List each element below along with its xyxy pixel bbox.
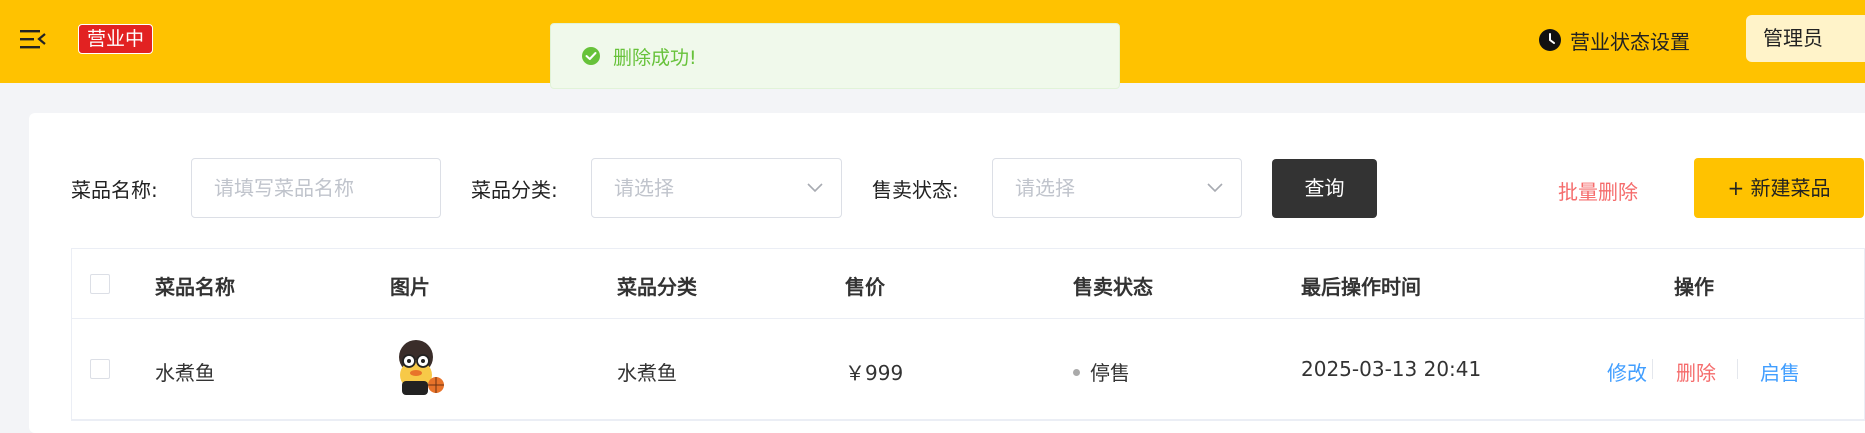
status-select[interactable]: 请选择 xyxy=(992,158,1242,218)
toast-message: 删除成功! xyxy=(613,46,697,69)
dish-status-cell: 停售 xyxy=(1073,357,1130,386)
category-select[interactable]: 请选择 xyxy=(591,158,842,218)
column-header-updated: 最后操作时间 xyxy=(1301,275,1421,299)
select-all-checkbox[interactable] xyxy=(90,274,110,294)
column-header-price: 售价 xyxy=(845,275,885,299)
batch-delete-button[interactable]: 批量删除 xyxy=(1558,176,1638,205)
chevron-down-icon xyxy=(1207,183,1223,193)
dish-updated-cell: 2025-03-13 20:41 xyxy=(1301,357,1482,381)
name-filter-label: 菜品名称: xyxy=(71,178,158,202)
admin-menu[interactable]: 管理员 xyxy=(1746,15,1865,62)
dish-category-cell: 水煮鱼 xyxy=(617,361,677,385)
column-header-category: 菜品分类 xyxy=(617,275,697,299)
dish-image xyxy=(399,340,444,395)
settings-label: 营业状态设置 xyxy=(1570,29,1690,54)
dish-name-input[interactable]: 请填写菜品名称 xyxy=(191,158,441,218)
business-status-settings-button[interactable]: 营业状态设置 xyxy=(1538,24,1690,56)
enable-sale-link[interactable]: 启售 xyxy=(1760,357,1800,386)
dish-price-cell: ￥999 xyxy=(845,361,904,385)
table-row: 水煮鱼 水煮鱼 ￥999 停售 2025-03-13 20:41 修改 删除 启… xyxy=(72,319,1864,420)
dish-table: 菜品名称 图片 菜品分类 售价 售卖状态 最后操作时间 操作 水煮鱼 水煮鱼 ￥… xyxy=(71,248,1865,421)
column-header-actions: 操作 xyxy=(1674,275,1714,299)
status-filter-label: 售卖状态: xyxy=(872,178,959,202)
dish-status-text: 停售 xyxy=(1090,361,1130,385)
category-placeholder: 请选择 xyxy=(614,176,674,200)
action-divider xyxy=(1737,359,1738,379)
row-checkbox[interactable] xyxy=(90,359,110,379)
menu-fold-icon[interactable] xyxy=(20,28,46,50)
status-placeholder: 请选择 xyxy=(1015,176,1075,200)
action-divider xyxy=(1652,359,1653,379)
clock-icon xyxy=(1539,29,1561,51)
edit-link[interactable]: 修改 xyxy=(1607,357,1647,386)
query-button[interactable]: 查询 xyxy=(1272,159,1377,218)
new-dish-button[interactable]: + 新建菜品 xyxy=(1694,158,1864,218)
column-header-name: 菜品名称 xyxy=(155,275,235,299)
success-check-icon xyxy=(582,47,600,65)
business-status-badge: 营业中 xyxy=(78,24,154,54)
dish-name-placeholder: 请填写菜品名称 xyxy=(214,176,354,200)
success-toast: 删除成功! xyxy=(550,23,1120,89)
column-header-status: 售卖状态 xyxy=(1073,275,1153,299)
table-header-row: 菜品名称 图片 菜品分类 售价 售卖状态 最后操作时间 操作 xyxy=(72,249,1864,319)
chevron-down-icon xyxy=(807,183,823,193)
category-filter-label: 菜品分类: xyxy=(471,178,558,202)
status-dot xyxy=(1073,369,1080,376)
delete-link[interactable]: 删除 xyxy=(1676,357,1716,386)
dish-name-cell: 水煮鱼 xyxy=(155,361,215,385)
column-header-image: 图片 xyxy=(390,275,430,299)
